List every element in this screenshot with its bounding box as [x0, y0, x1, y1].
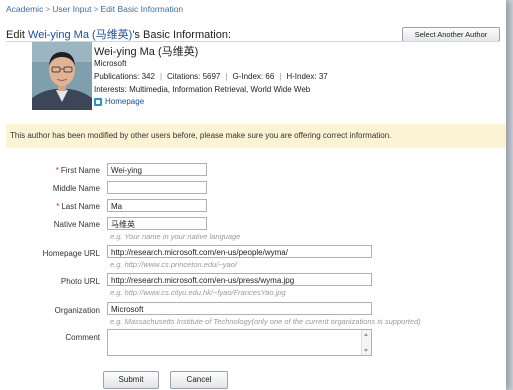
organization-hint: e.g. Massachusetts Institute of Technolo… [110, 317, 421, 326]
breadcrumb: Academic > User Input > Edit Basic Informati… [6, 4, 183, 14]
homepage-label[interactable]: Homepage [105, 97, 144, 106]
comment-textarea[interactable] [107, 329, 372, 356]
homepage-url-label: Homepage URL [42, 249, 100, 258]
organization-label: Organization [54, 306, 100, 315]
homepage-url-hint: e.g. http://www.cs.princeton.edu/~yao/ [110, 260, 237, 269]
first-name-input[interactable]: Wei-ying [107, 163, 207, 176]
breadcrumb-separator: > [45, 4, 51, 14]
homepage-url-input[interactable]: http://research.microsoft.com/en-us/peop… [107, 245, 372, 258]
homepage-link[interactable]: Homepage [94, 97, 144, 106]
breadcrumb-edit-basic-info: Edit Basic Information [100, 4, 184, 14]
page-title-prefix: Edit [6, 29, 29, 41]
homepage-icon [94, 97, 102, 106]
author-organization: Microsoft [94, 59, 127, 68]
cancel-button[interactable]: Cancel [170, 371, 228, 389]
breadcrumb-separator: > [93, 4, 99, 14]
organization-input[interactable]: Microsoft [107, 302, 372, 315]
middle-name-input[interactable] [107, 181, 207, 194]
photo-url-hint: e.g. http://www.cs.cityu.edu.hk/~fyao/Fr… [110, 288, 286, 297]
author-photo [32, 42, 92, 110]
citations-count: Citations: 5697 [167, 72, 221, 81]
first-name-label: * First Name [55, 166, 100, 175]
last-name-label: * Last Name [56, 202, 100, 211]
author-link[interactable]: Wei-ying Ma (马维英) [28, 29, 132, 41]
native-name-input[interactable]: 马维英 [107, 217, 207, 230]
native-name-hint: e.g. Your name in your native language [110, 232, 241, 241]
middle-name-label: Middle Name [52, 184, 100, 193]
native-name-label: Native Name [53, 220, 100, 229]
photo-url-input[interactable]: http://research.microsoft.com/en-us/pres… [107, 273, 372, 286]
required-mark: * [56, 202, 60, 211]
author-name: Wei-ying Ma (马维英) [94, 46, 199, 58]
author-profile: Wei-ying Ma (马维英) Microsoft Publications… [6, 42, 500, 114]
required-mark: * [55, 166, 59, 175]
last-name-input[interactable]: Ma [107, 199, 207, 212]
page-title-suffix: 's Basic Information: [132, 29, 232, 41]
publications-count: Publications: 342 [94, 72, 155, 81]
warning-banner: This author has been modified by other u… [6, 124, 506, 148]
author-interests: Interests: Multimedia, Information Retri… [94, 85, 311, 94]
select-another-author-button[interactable]: Select Another Author [402, 27, 500, 42]
comment-scrollbar[interactable] [361, 330, 371, 355]
main-panel: Academic > User Input > Edit Basic Informati… [0, 0, 506, 390]
author-stats: Publications: 342 | Citations: 5697 | G-Inde… [94, 72, 328, 81]
submit-button[interactable]: Submit [103, 371, 159, 389]
photo-url-label: Photo URL [60, 277, 100, 286]
scroll-up-icon[interactable] [364, 333, 368, 336]
scroll-down-icon[interactable] [364, 349, 368, 352]
comment-label: Comment [65, 333, 100, 342]
breadcrumb-user-input[interactable]: User Input [52, 4, 91, 14]
h-index: H-Index: 37 [286, 72, 328, 81]
g-index: G-Index: 66 [232, 72, 275, 81]
breadcrumb-academic[interactable]: Academic [6, 4, 43, 14]
page-title: Edit Wei-ying Ma (马维英)'s Basic Informati… [6, 26, 231, 42]
